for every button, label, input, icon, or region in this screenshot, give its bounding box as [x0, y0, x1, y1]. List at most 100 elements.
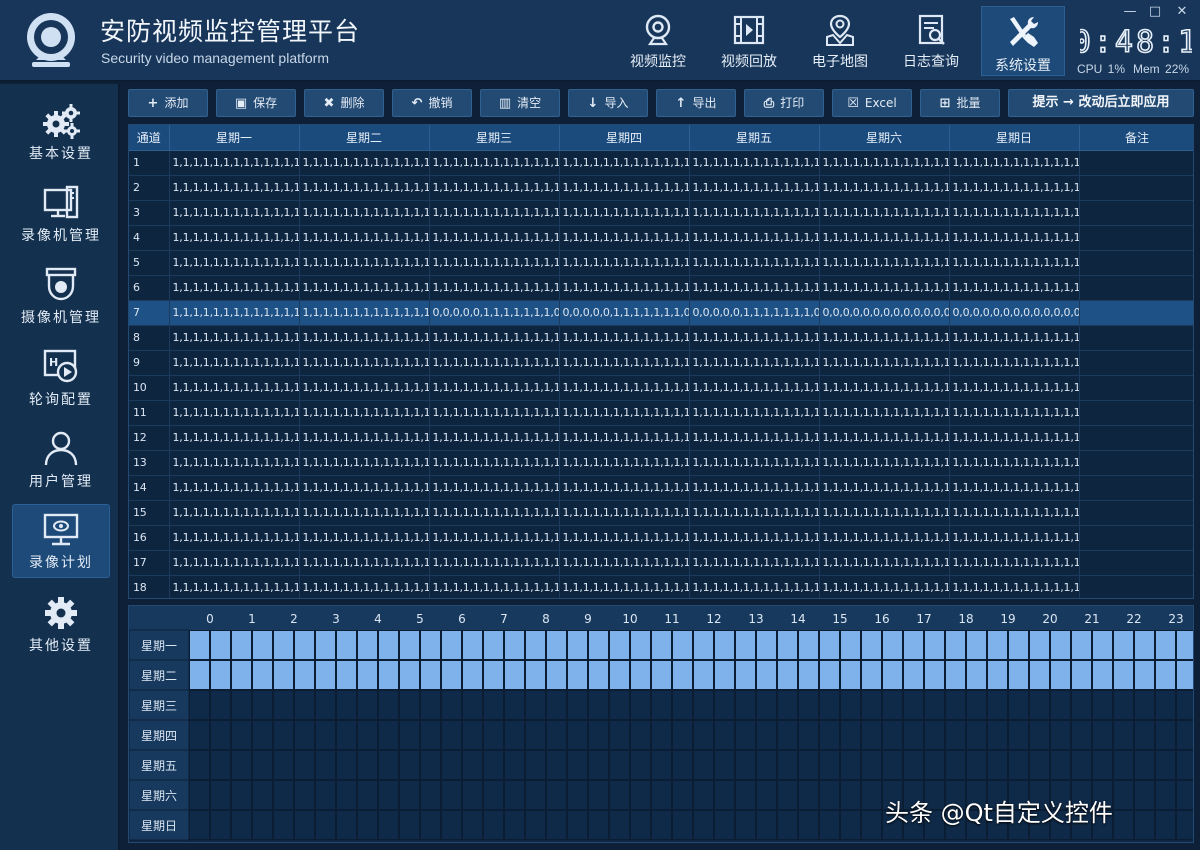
schedule-cell[interactable] [945, 630, 966, 660]
schedule-cell[interactable] [756, 810, 777, 840]
column-header[interactable]: 星期六 [819, 125, 950, 151]
day-schedule-cell[interactable]: 1,1,1,1,1,1,1,1,1,1,1,1,1,1,1,1,1,1,1,1,… [949, 175, 1080, 201]
day-schedule-cell[interactable]: 1,1,1,1,1,1,1,1,1,1,1,1,1,1,1,1,1,1,1,1,… [949, 500, 1080, 526]
schedule-cell[interactable] [1008, 720, 1029, 750]
day-schedule-cell[interactable]: 1,1,1,1,1,1,1,1,1,1,1,1,1,1,1,1,1,1,1,1,… [689, 350, 820, 376]
schedule-cell[interactable] [315, 660, 336, 690]
schedule-cell[interactable] [630, 780, 651, 810]
schedule-cell[interactable] [1071, 750, 1092, 780]
schedule-cell[interactable] [588, 750, 609, 780]
schedule-cell[interactable] [798, 810, 819, 840]
schedule-cell[interactable] [525, 660, 546, 690]
note-cell[interactable] [1079, 500, 1193, 526]
schedule-cell[interactable] [273, 720, 294, 750]
day-schedule-cell[interactable]: 1,1,1,1,1,1,1,1,1,1,1,1,1,1,1,1,1,1,1,1,… [689, 275, 820, 301]
schedule-cell[interactable] [756, 630, 777, 660]
day-schedule-cell[interactable]: 1,1,1,1,1,1,1,1,1,1,1,1,1,1,0,0,0,0,1,1,… [299, 300, 430, 326]
schedule-cell[interactable] [336, 810, 357, 840]
day-schedule-cell[interactable]: 1,1,1,1,1,1,1,1,1,1,1,1,1,1,1,1,1,1,1,1,… [949, 575, 1080, 598]
schedule-cell[interactable] [1134, 750, 1155, 780]
note-cell[interactable] [1079, 275, 1193, 301]
schedule-cell[interactable] [861, 720, 882, 750]
day-schedule-cell[interactable]: 1,1,1,1,1,1,1,1,1,1,1,1,1,1,1,1,1,1,1,1,… [949, 275, 1080, 301]
schedule-cell[interactable] [714, 810, 735, 840]
table-row[interactable]: 15 1,1,1,1,1,1,1,1,1,1,1,1, 1,1,1,1,1,1,1,… [129, 500, 1193, 526]
schedule-cell[interactable] [1176, 690, 1195, 720]
schedule-cell[interactable] [882, 750, 903, 780]
schedule-cell[interactable] [504, 720, 525, 750]
schedule-cell[interactable] [294, 660, 315, 690]
schedule-cell[interactable] [756, 660, 777, 690]
day-schedule-cell[interactable]: 0,0,0,0,0,1,1,1,1,1,1,1,0,0,0,0,0,0,1,1,… [559, 300, 690, 326]
schedule-cell[interactable] [1050, 750, 1071, 780]
schedule-cell[interactable] [1155, 690, 1176, 720]
schedule-cell[interactable] [357, 810, 378, 840]
table-row[interactable]: 5 1,1,1,1,1,1,1,1,1,1,1,1, 1,1,1,1,1,1,1,1… [129, 250, 1193, 276]
channel-cell[interactable]: 4 [129, 225, 170, 251]
day-schedule-cell[interactable]: 1,1,1,1,1,1,1,1,1,1,1,1,1,1,1,1,1,1,1,1,… [429, 550, 560, 576]
column-header[interactable]: 星期五 [689, 125, 820, 151]
clear-button[interactable]: ▥ 清空 [480, 89, 560, 117]
schedule-cell[interactable] [231, 810, 252, 840]
schedule-cell[interactable] [630, 720, 651, 750]
day-schedule-cell[interactable]: 1,1,1,1,1,1,1,1,1,1,1,1,1,1,1,1,1,1,1,1,… [429, 400, 560, 426]
schedule-cell[interactable] [693, 630, 714, 660]
schedule-cell[interactable] [693, 810, 714, 840]
schedule-cell[interactable] [525, 630, 546, 660]
schedule-cell[interactable] [714, 660, 735, 690]
schedule-cell[interactable] [399, 720, 420, 750]
day-schedule-cell[interactable]: 1,1,1,1,1,1,1,1,1,1,1,1,1,1,1,1,1,1,1,1,… [429, 500, 560, 526]
schedule-cell[interactable] [525, 780, 546, 810]
schedule-cell[interactable] [840, 630, 861, 660]
note-cell[interactable] [1079, 150, 1193, 176]
day-schedule-cell[interactable]: 1,1,1,1,1,1,1,1,1,1,1,1,1,1,1,1,1,1,1,1,… [559, 350, 690, 376]
note-cell[interactable] [1079, 325, 1193, 351]
schedule-cell[interactable] [273, 780, 294, 810]
day-schedule-cell[interactable]: 1,1,1,1,1,1,1,1,1,1,1,1,1,1,1,1,1,1,1,1,… [559, 525, 690, 551]
schedule-cell[interactable] [1071, 660, 1092, 690]
day-schedule-cell[interactable]: 1,1,1,1,1,1,1,1,1,1,1,1,1,1,1,1,1,1,1,1,… [949, 325, 1080, 351]
schedule-cell[interactable] [966, 750, 987, 780]
schedule-cell[interactable] [651, 720, 672, 750]
nav-system-settings[interactable]: 系统设置 [981, 6, 1065, 76]
batch-button[interactable]: ⊞ 批量 [920, 89, 1000, 117]
schedule-cell[interactable] [1176, 630, 1195, 660]
sidebar-item-user-management[interactable]: 用户管理 [12, 424, 110, 498]
schedule-cell[interactable] [1134, 810, 1155, 840]
schedule-cell[interactable] [693, 780, 714, 810]
schedule-cell[interactable] [609, 810, 630, 840]
add-button[interactable]: + 添加 [128, 89, 208, 117]
day-schedule-cell[interactable]: 1,1,1,1,1,1,1,1,1,1,1,1,1,1,1,1,1,1,1,1,… [299, 375, 430, 401]
day-schedule-cell[interactable]: 1,1,1,1,1,1,1,1,1,1,1,1,1,1,1,1,1,1,1,1,… [169, 500, 300, 526]
schedule-cell[interactable] [672, 780, 693, 810]
schedule-table[interactable]: 通道 星期一 星期二 星期三 星期四 星期五 星期六 星期日 备注 1 1,1,1,1,1,1,1… [128, 124, 1194, 599]
schedule-cell[interactable] [861, 780, 882, 810]
schedule-cell[interactable] [588, 720, 609, 750]
day-schedule-cell[interactable]: 1,1,1,1,1,1,1,1,1,1,1,1,1,1,1,1,1,1,1,1,… [689, 400, 820, 426]
table-row[interactable]: 12 1,1,1,1,1,1,1,1,1,1,1,1, 1,1,1,1,1,1,1,… [129, 425, 1193, 451]
nav-log-query[interactable]: 日志查询 [889, 6, 973, 76]
schedule-cell[interactable] [840, 810, 861, 840]
day-schedule-cell[interactable]: 1,1,1,1,1,1,1,1,1,1,1,1,1,1,1,1,1,1,1,1,… [429, 425, 560, 451]
schedule-cell[interactable] [546, 630, 567, 660]
schedule-cell[interactable] [1092, 750, 1113, 780]
day-schedule-cell[interactable]: 1,1,1,1,1,1,1,1,1,1,1,1,1,1,1,1,1,1,1,1,… [949, 450, 1080, 476]
schedule-cell[interactable] [903, 720, 924, 750]
schedule-cell[interactable] [945, 720, 966, 750]
schedule-cell[interactable] [399, 690, 420, 720]
schedule-cell[interactable] [1134, 660, 1155, 690]
schedule-cell[interactable] [378, 630, 399, 660]
schedule-cell[interactable] [441, 780, 462, 810]
day-schedule-cell[interactable]: 1,1,1,1,1,1,1,1,1,1,1,1,1,1,1,1,1,1,1,1,… [299, 525, 430, 551]
table-row[interactable]: 11 1,1,1,1,1,1,1,1,1,1,1,1, 1,1,1,1,1,1,1,… [129, 400, 1193, 426]
schedule-cell[interactable] [651, 660, 672, 690]
schedule-cell[interactable] [357, 690, 378, 720]
table-row[interactable]: 10 1,1,1,1,1,1,1,1,1,1,1,1, 1,1,1,1,1,1,1,… [129, 375, 1193, 401]
schedule-cell[interactable] [777, 690, 798, 720]
schedule-cell[interactable] [525, 690, 546, 720]
day-schedule-cell[interactable]: 1,1,1,1,1,1,1,1,1,1,1,1,1,1,1,1,1,1,1,1,… [299, 200, 430, 226]
schedule-cell[interactable] [651, 750, 672, 780]
day-schedule-cell[interactable]: 0,0,0,0,0,0,0,0,0,0,0,0,0,0,0,0,0,0,0,0,… [949, 300, 1080, 326]
schedule-cell[interactable] [315, 750, 336, 780]
schedule-cell[interactable] [1029, 690, 1050, 720]
